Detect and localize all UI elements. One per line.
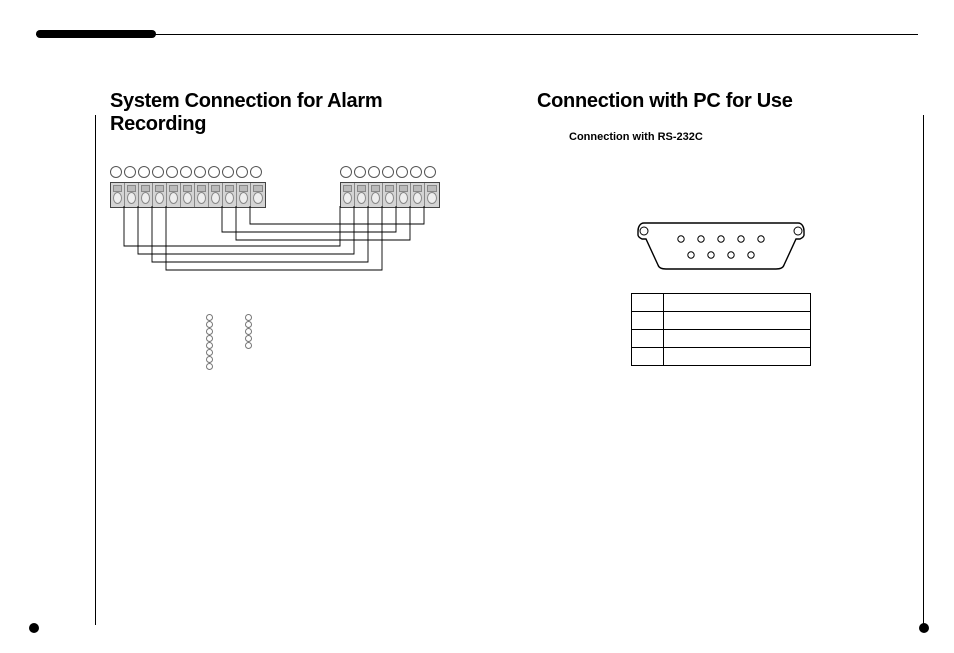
right-column: Connection with PC for Use Connection wi…: [537, 90, 904, 613]
terminal-cell: [341, 183, 355, 207]
terminal-screw-icon: [396, 166, 408, 178]
left-heading: System Connection for Alarm Recording: [110, 90, 477, 136]
terminal-screw-icon: [340, 166, 352, 178]
legend-item: [206, 314, 219, 321]
terminal-screw-icon: [166, 166, 178, 178]
terminal-cell: [195, 183, 209, 207]
pin-name-cell: [663, 330, 810, 348]
terminal-cell: [237, 183, 251, 207]
table-row: [631, 312, 810, 330]
legend-item: [245, 342, 258, 349]
page-dot-left-icon: [29, 623, 39, 633]
pin-name-cell: [663, 294, 810, 312]
pin-number-cell: [631, 294, 663, 312]
legend-dot-icon: [206, 314, 213, 321]
terminal-cell: [355, 183, 369, 207]
legend-dot-icon: [206, 356, 213, 363]
table-row: [631, 330, 810, 348]
terminal-cell: [397, 183, 411, 207]
terminal-screw-icon: [382, 166, 394, 178]
terminal-screw-icon: [236, 166, 248, 178]
terminal-cell: [181, 183, 195, 207]
wire-legend: [206, 314, 258, 370]
table-row: [631, 294, 810, 312]
legend-dot-icon: [206, 321, 213, 328]
db9-connector-icon: [636, 219, 806, 271]
terminal-screw-icon: [222, 166, 234, 178]
page-divider-right: [923, 115, 924, 625]
right-subheading: Connection with RS-232C: [569, 131, 904, 143]
pin-number-cell: [631, 348, 663, 366]
legend-item: [245, 314, 258, 321]
terminal-screw-icon: [110, 166, 122, 178]
pin-number-cell: [631, 312, 663, 330]
terminal-block-right: [340, 166, 440, 208]
terminal-cell: [125, 183, 139, 207]
right-heading: Connection with PC for Use: [537, 90, 904, 113]
page-divider-left: [95, 115, 96, 625]
terminal-cell: [209, 183, 223, 207]
legend-item: [206, 328, 219, 335]
legend-dot-icon: [245, 335, 252, 342]
pin-table: [631, 293, 811, 366]
terminal-screw-icon: [368, 166, 380, 178]
legend-dot-icon: [206, 349, 213, 356]
terminal-screw-icon: [410, 166, 422, 178]
terminal-cell: [111, 183, 125, 207]
terminal-cell: [369, 183, 383, 207]
page-dot-right-icon: [919, 623, 929, 633]
terminal-screw-icon: [152, 166, 164, 178]
legend-item: [206, 335, 219, 342]
terminal-cell: [411, 183, 425, 207]
pin-number-cell: [631, 330, 663, 348]
legend-item: [245, 335, 258, 342]
legend-item: [206, 321, 219, 328]
legend-dot-icon: [245, 314, 252, 321]
terminal-block-left: [110, 166, 266, 208]
legend-dot-icon: [206, 335, 213, 342]
legend-item: [245, 321, 258, 328]
terminal-screw-icon: [424, 166, 436, 178]
legend-item: [206, 342, 219, 349]
page-columns: System Connection for Alarm Recording: [110, 90, 904, 613]
legend-item: [206, 349, 219, 356]
terminal-screw-icon: [194, 166, 206, 178]
legend-dot-icon: [245, 321, 252, 328]
terminal-cell: [139, 183, 153, 207]
alarm-diagram: [110, 156, 440, 436]
legend-item: [206, 356, 219, 363]
terminal-screw-icon: [354, 166, 366, 178]
terminal-cell: [223, 183, 237, 207]
terminal-screw-icon: [208, 166, 220, 178]
terminal-screw-icon: [138, 166, 150, 178]
terminal-screw-icon: [250, 166, 262, 178]
terminal-cell: [251, 183, 265, 207]
jumper-wires-icon: [110, 206, 440, 286]
legend-item: [206, 363, 219, 370]
rs232-diagram: [591, 219, 851, 366]
terminal-screw-icon: [124, 166, 136, 178]
legend-dot-icon: [206, 342, 213, 349]
left-column: System Connection for Alarm Recording: [110, 90, 477, 613]
terminal-cell: [167, 183, 181, 207]
terminal-screw-icon: [180, 166, 192, 178]
legend-item: [245, 328, 258, 335]
terminal-cell: [425, 183, 439, 207]
terminal-cell: [383, 183, 397, 207]
terminal-cell: [153, 183, 167, 207]
legend-dot-icon: [206, 328, 213, 335]
table-row: [631, 348, 810, 366]
pin-name-cell: [663, 312, 810, 330]
legend-dot-icon: [206, 363, 213, 370]
pin-name-cell: [663, 348, 810, 366]
legend-dot-icon: [245, 328, 252, 335]
header-rule: [36, 34, 918, 35]
legend-dot-icon: [245, 342, 252, 349]
